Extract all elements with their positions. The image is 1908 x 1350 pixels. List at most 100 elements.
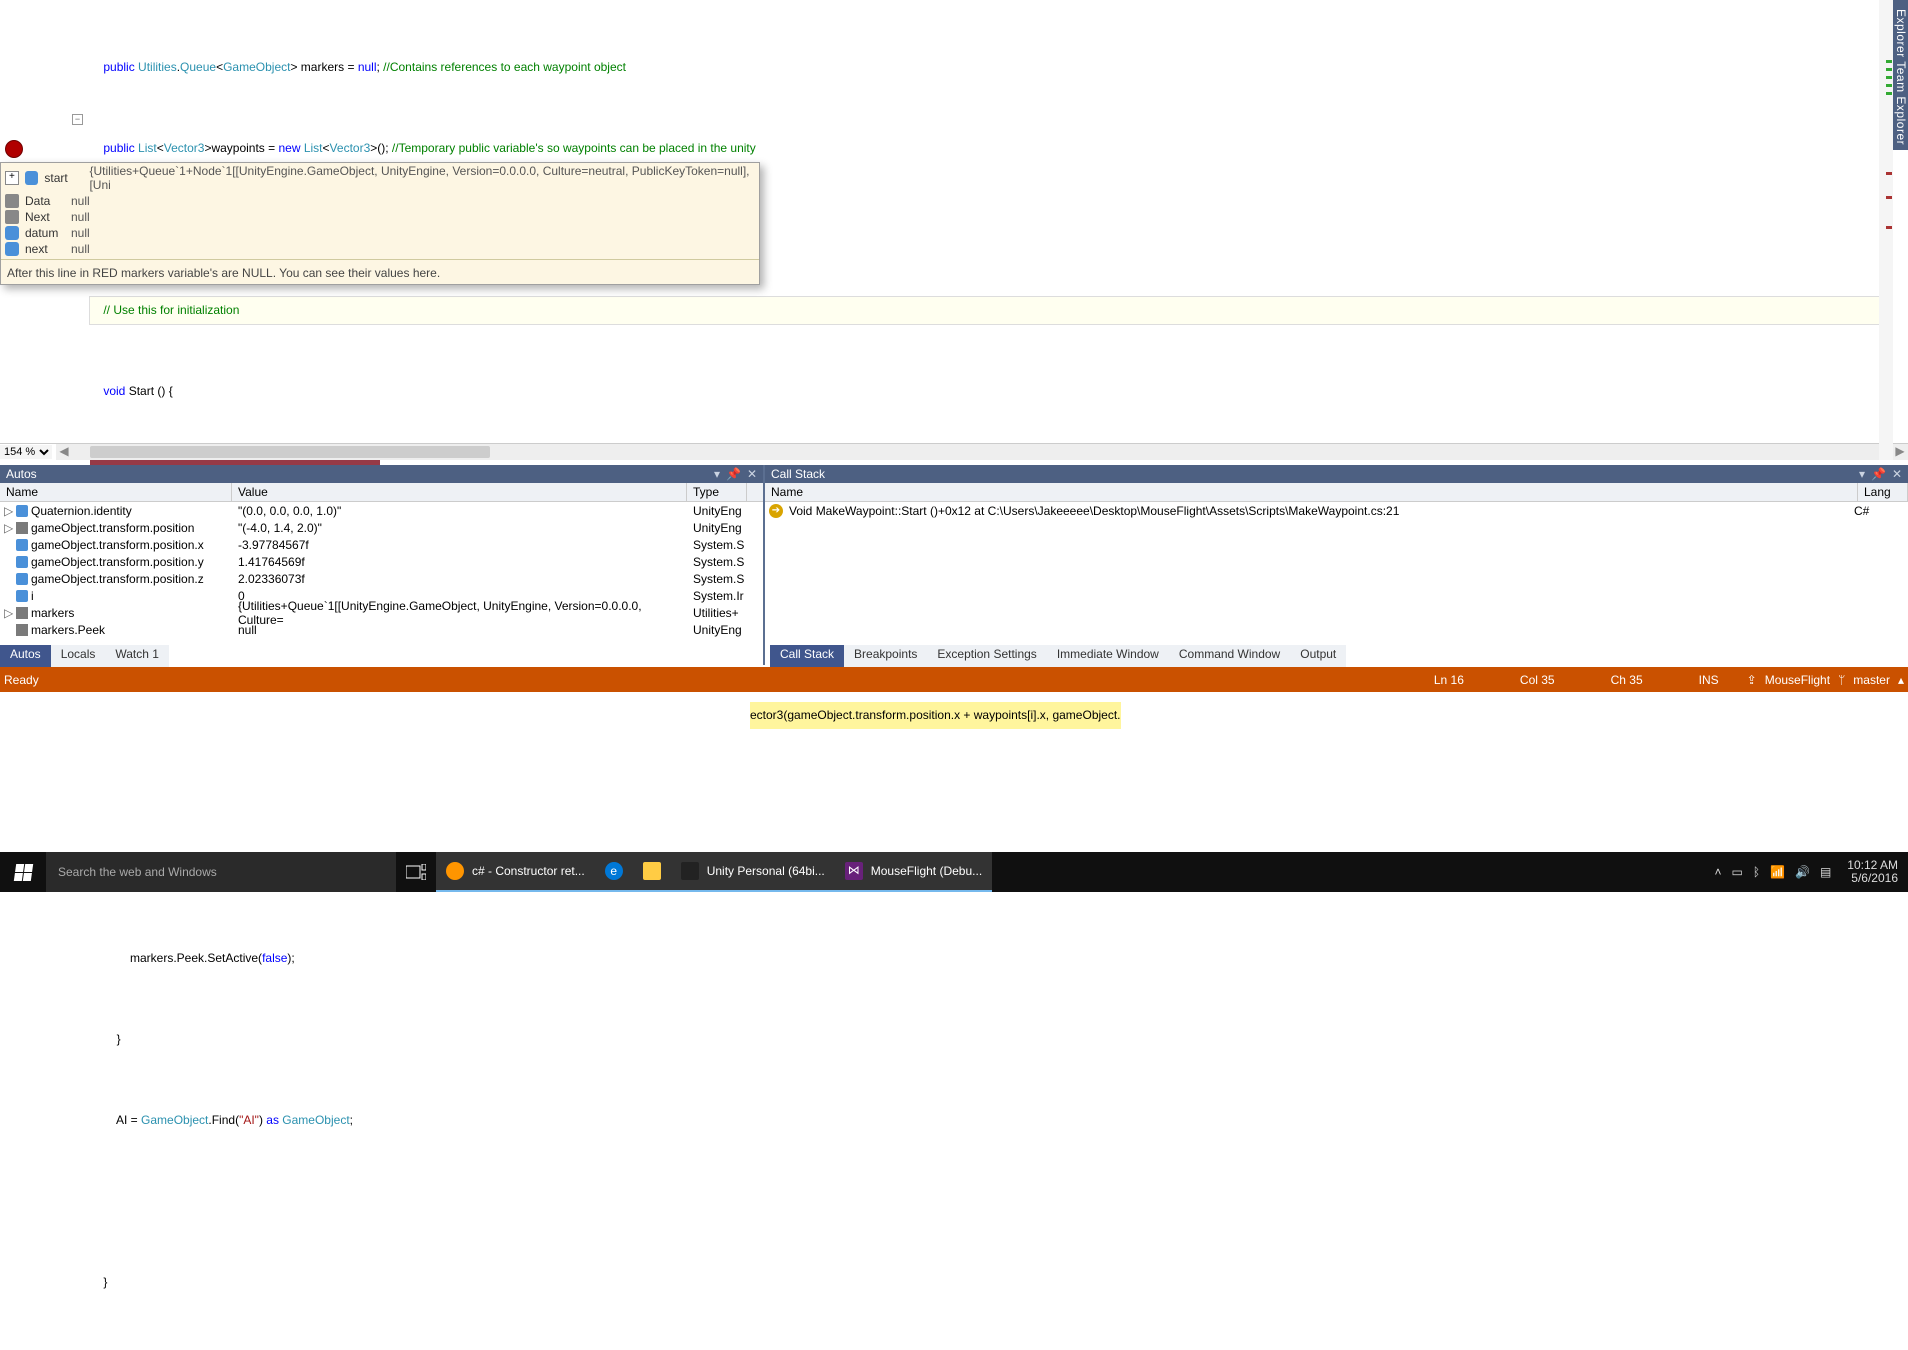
var-value[interactable]: "(-4.0, 1.4, 2.0)" [232,521,687,535]
tooltip-note: After this line in RED markers variable'… [1,262,759,284]
zoom-select[interactable]: 154 % [0,445,52,459]
tab-locals[interactable]: Locals [51,645,106,667]
col-lang[interactable]: Lang [1858,483,1908,501]
taskbar-app[interactable] [633,852,671,892]
var-name: gameObject.transform.position.x [31,538,204,552]
autos-header[interactable]: Autos ▾📌✕ [0,465,763,483]
col-name[interactable]: Name [765,483,1858,501]
scroll-left-button[interactable]: ◀ [56,444,72,460]
tab-command-window[interactable]: Command Window [1169,645,1290,667]
expand-icon[interactable]: ▷ [4,521,13,535]
bluetooth-icon[interactable]: ᛒ [1753,865,1760,879]
scroll-right-button[interactable]: ▶ [1892,444,1908,460]
wrench-icon [16,624,28,636]
dropdown-icon[interactable]: ▾ [1859,467,1865,481]
wrench-icon [16,522,28,534]
callstack-body[interactable]: ➔ Void MakeWaypoint::Start ()+0x12 at C:… [765,502,1908,665]
frame-lang: C# [1854,504,1904,518]
frame-name: Void MakeWaypoint::Start ()+0x12 at C:\U… [789,504,1854,518]
callstack-header[interactable]: Call Stack ▾📌✕ [765,465,1908,483]
publish-icon: ⇪ [1747,673,1757,687]
callstack-tabs: Call StackBreakpointsException SettingsI… [765,645,1908,667]
field-icon [25,171,39,185]
col-type[interactable]: Type [687,483,747,501]
tooltip-row: nextnull [1,241,759,257]
col-name[interactable]: Name [0,483,232,501]
autos-row[interactable]: markers.PeeknullUnityEng [0,621,763,638]
tab-autos[interactable]: Autos [0,645,51,667]
callstack-row[interactable]: ➔ Void MakeWaypoint::Start ()+0x12 at C:… [765,502,1908,520]
battery-icon[interactable]: ▭ [1732,865,1743,879]
expand-icon[interactable]: + [5,171,19,185]
app-label: Unity Personal (64bi... [707,864,825,878]
breakpoint-icon[interactable] [5,140,23,158]
close-icon[interactable]: ✕ [747,467,757,481]
var-value[interactable]: 1.41764569f [232,555,687,569]
wrench-icon [5,194,19,208]
var-value[interactable]: "(0.0, 0.0, 0.0, 1.0)" [232,504,687,518]
git-status[interactable]: ⇪ MouseFlight ᛘ master ▴ [1747,673,1904,687]
windows-icon [13,864,32,881]
autos-row[interactable]: ▷markers{Utilities+Queue`1[[UnityEngine.… [0,604,763,621]
team-explorer-tab[interactable]: Explorer Team Explorer [1893,0,1908,150]
volume-icon[interactable]: 🔊 [1795,865,1810,879]
autos-row[interactable]: gameObject.transform.position.y1.4176456… [0,553,763,570]
system-tray[interactable]: ˄ ▭ ᛒ 📶 🔊 ▤ 10:12 AM5/6/2016 [1714,859,1908,885]
close-icon[interactable]: ✕ [1892,467,1902,481]
start-button[interactable] [0,852,46,892]
tab-exception-settings[interactable]: Exception Settings [927,645,1046,667]
col-value[interactable]: Value [232,483,687,501]
clock[interactable]: 10:12 AM5/6/2016 [1841,859,1904,885]
search-input[interactable]: Search the web and Windows [46,852,396,892]
horizontal-scrollbar[interactable] [72,444,1892,460]
var-type: System.Ir [687,589,747,603]
var-type: UnityEng [687,504,747,518]
status-ready: Ready [4,673,39,687]
minimap-scrollbar[interactable] [1879,0,1893,460]
var-value[interactable]: 2.02336073f [232,572,687,586]
taskbar-app[interactable]: e [595,852,633,892]
debug-tooltip: +start{Utilities+Queue`1+Node`1[[UnityEn… [0,162,760,285]
status-ins: INS [1671,673,1747,687]
taskbar-app[interactable]: ⋈MouseFlight (Debu... [835,852,992,892]
tab-immediate-window[interactable]: Immediate Window [1047,645,1169,667]
field-icon [16,556,28,568]
tab-breakpoints[interactable]: Breakpoints [844,645,927,667]
taskbar-app[interactable]: Unity Personal (64bi... [671,852,835,892]
tab-output[interactable]: Output [1290,645,1346,667]
field-icon [16,590,28,602]
var-type: System.S [687,555,747,569]
taskbar-app[interactable]: c# - Constructor ret... [436,852,595,892]
expand-icon[interactable]: ▷ [4,504,13,518]
var-value[interactable]: -3.97784567f [232,538,687,552]
tab-call-stack[interactable]: Call Stack [770,645,844,667]
current-frame-icon: ➔ [769,504,783,518]
action-center-icon[interactable]: ▤ [1820,865,1831,879]
pin-icon[interactable]: 📌 [1871,467,1886,481]
autos-tabs: AutosLocalsWatch 1 [0,645,765,667]
autos-row[interactable]: ▷ gameObject.transform.position "(-4.0, 1.… [0,519,763,536]
pin-icon[interactable]: 📌 [726,467,741,481]
tooltip-row: Datanull [1,193,759,209]
chevron-up-icon[interactable]: ˄ [1714,865,1721,879]
status-bar: Ready Ln 16 Col 35 Ch 35 INS ⇪ MouseFlig… [0,667,1908,692]
tab-watch-1[interactable]: Watch 1 [105,645,169,667]
app-icon [446,862,464,880]
var-type: System.S [687,538,747,552]
var-type: Utilities+ [687,606,747,620]
autos-row[interactable]: gameObject.transform.position.x -3.977845… [0,536,763,553]
dropdown-icon[interactable]: ▾ [714,467,720,481]
wifi-icon[interactable]: 📶 [1770,865,1785,879]
var-name: Quaternion.identity [31,504,132,518]
task-view-button[interactable] [396,852,436,892]
var-value[interactable]: null [232,623,687,637]
field-icon [16,573,28,585]
app-label: c# - Constructor ret... [472,864,585,878]
autos-row[interactable]: ▷ Quaternion.identity "(0.0, 0.0, 0.0, 1.0… [0,502,763,519]
var-name: gameObject.transform.position [31,521,194,535]
taskbar: Search the web and Windows c# - Construc… [0,852,1908,892]
autos-row[interactable]: gameObject.transform.position.z2.0233607… [0,570,763,587]
autos-body[interactable]: ▷ Quaternion.identity "(0.0, 0.0, 0.0, 1.0… [0,502,763,665]
collapse-toggle[interactable]: − [72,114,83,125]
expand-icon[interactable]: ▷ [4,606,13,620]
